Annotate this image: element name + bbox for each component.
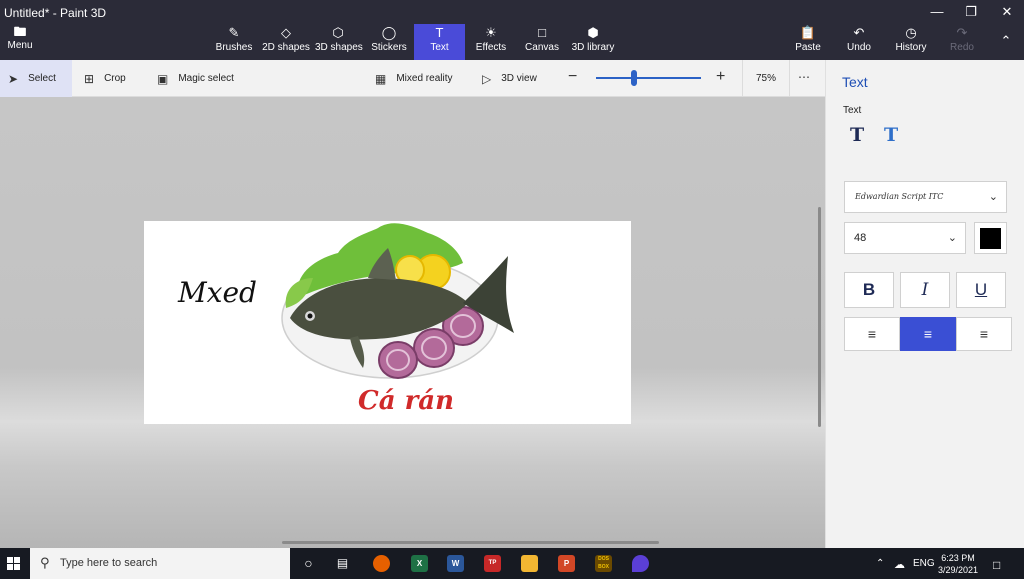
brush-icon: ✎ (228, 25, 240, 40)
color-swatch (980, 228, 1001, 249)
3d-view-icon: ▷ (482, 71, 492, 86)
taskbar-search[interactable]: ⚲ Type here to search (30, 548, 290, 579)
vertical-scrollbar[interactable] (818, 207, 821, 427)
task-view-icon[interactable]: ▤ (334, 555, 351, 572)
powerpoint-icon[interactable]: P (558, 555, 575, 572)
tp-app-icon[interactable]: TP (484, 555, 501, 572)
undo-button[interactable]: ↶ Undo (843, 24, 875, 60)
zoom-level[interactable]: 75% (742, 60, 790, 97)
ribbon-effects[interactable]: ☀ Effects (472, 24, 510, 60)
3d-text-icon[interactable]: T (884, 124, 898, 146)
bold-button[interactable]: B (844, 272, 894, 308)
search-icon: ⚲ (40, 555, 50, 570)
ribbon-brushes[interactable]: ✎ Brushes (214, 24, 254, 60)
align-center-button[interactable]: ≡ (900, 317, 956, 351)
chevron-up-icon: ⌃ (1000, 33, 1012, 48)
canvas-text-object[interactable]: Mxed (178, 276, 257, 309)
cube-icon: ⬡ (332, 25, 344, 40)
underline-button[interactable]: U (956, 272, 1006, 308)
minimize-button[interactable]: — (922, 4, 952, 19)
sticker-icon: ◯ (381, 25, 397, 40)
notification-icon[interactable]: □ (993, 558, 1000, 572)
cortana-icon[interactable]: ○ (300, 555, 317, 572)
fish-dish-image[interactable] (278, 218, 523, 383)
maximize-button[interactable]: ❐ (956, 4, 986, 20)
ribbon-3d-shapes[interactable]: ⬡ 3D shapes (315, 24, 363, 60)
paint-3d-icon[interactable] (632, 555, 649, 572)
firefox-icon[interactable] (373, 555, 390, 572)
clock[interactable]: 6:23 PM 3/29/2021 (928, 552, 988, 576)
mixed-reality-button[interactable]: ▦ Mixed reality (375, 60, 452, 97)
italic-button[interactable]: I (900, 272, 950, 308)
3d-view-button[interactable]: ▷ 3D view (482, 60, 537, 97)
file-explorer-icon[interactable] (521, 555, 538, 572)
2d-shapes-icon: ◇ (281, 25, 291, 40)
zoom-slider[interactable] (596, 77, 701, 79)
history-button[interactable]: ◷ History (893, 24, 929, 60)
ribbon-2d-shapes[interactable]: ◇ 2D shapes (262, 24, 310, 60)
magic-select-tool[interactable]: ▣ Magic select (157, 60, 234, 97)
windows-start-icon[interactable] (7, 557, 21, 571)
menu-button[interactable]: 🖿 Menu (0, 24, 40, 60)
canvas-title-text[interactable]: Cá rán (358, 386, 454, 416)
history-icon: ◷ (905, 25, 917, 40)
panel-heading: Text (842, 74, 868, 90)
dosbox-icon[interactable]: DOS BOX (595, 555, 612, 572)
show-hidden-icons[interactable]: ⌃ (876, 558, 884, 569)
horizontal-scrollbar[interactable] (282, 541, 659, 544)
paste-button[interactable]: 📋 Paste (792, 24, 824, 60)
ribbon-canvas[interactable]: □ Canvas (524, 24, 560, 60)
ribbon-3d-library[interactable]: ⬢ 3D library (569, 24, 617, 60)
chevron-down-icon: ⌄ (947, 232, 957, 244)
effects-icon: ☀ (485, 25, 497, 40)
text-panel: Text Text T T Edwardian Script ITC ⌄ 48 … (825, 60, 1024, 548)
align-right-button[interactable]: ≡ (956, 317, 1012, 351)
window-title: Untitled* - Paint 3D (4, 6, 107, 20)
redo-icon: ↷ (956, 25, 968, 40)
chevron-down-icon: ⌄ (988, 191, 998, 203)
magic-select-icon: ▣ (157, 71, 169, 86)
collapse-ribbon-button[interactable]: ⌃ (994, 24, 1018, 60)
align-left-button[interactable]: ≡ (844, 317, 900, 351)
title-bar: Untitled* - Paint 3D — ❐ ✕ 🖿 Menu ✎ Brus… (0, 0, 1024, 60)
ribbon-stickers[interactable]: ◯ Stickers (368, 24, 410, 60)
cloud-icon[interactable]: ☁ (894, 558, 905, 571)
zoom-in-button[interactable]: + (716, 68, 725, 86)
select-tool[interactable]: ➤ Select (0, 60, 72, 97)
font-family-dropdown[interactable]: Edwardian Script ITC ⌄ (844, 181, 1007, 213)
font-size-dropdown[interactable]: 48 ⌄ (844, 222, 966, 254)
undo-icon: ↶ (853, 25, 865, 40)
excel-icon[interactable]: X (411, 555, 428, 572)
text-color-picker[interactable] (974, 222, 1007, 254)
crop-tool[interactable]: ⊞ Crop (84, 60, 126, 97)
2d-text-icon[interactable]: T (850, 124, 864, 146)
folder-icon: 🖿 (13, 24, 27, 39)
crop-icon: ⊞ (84, 71, 95, 86)
canvas-icon: □ (538, 25, 546, 40)
3d-library-icon: ⬢ (587, 25, 599, 40)
text-type-label: Text (843, 105, 862, 116)
cursor-icon: ➤ (8, 71, 19, 86)
taskbar: ⚲ Type here to search ○ ▤ X W TP P DOS B… (0, 548, 1024, 579)
zoom-slider-thumb[interactable] (630, 70, 637, 86)
text-icon: T (435, 25, 444, 40)
ribbon-text[interactable]: T Text (414, 24, 465, 60)
close-button[interactable]: ✕ (992, 4, 1022, 20)
mixed-reality-icon: ▦ (375, 71, 387, 86)
toolbar: ➤ Select ⊞ Crop ▣ Magic select ▦ Mixed r… (0, 60, 825, 97)
more-options-icon[interactable]: ⋯ (798, 70, 810, 84)
redo-button[interactable]: ↷ Redo (946, 24, 978, 60)
zoom-out-button[interactable]: − (568, 68, 577, 86)
clipboard-icon: 📋 (799, 25, 817, 40)
word-icon[interactable]: W (447, 555, 464, 572)
